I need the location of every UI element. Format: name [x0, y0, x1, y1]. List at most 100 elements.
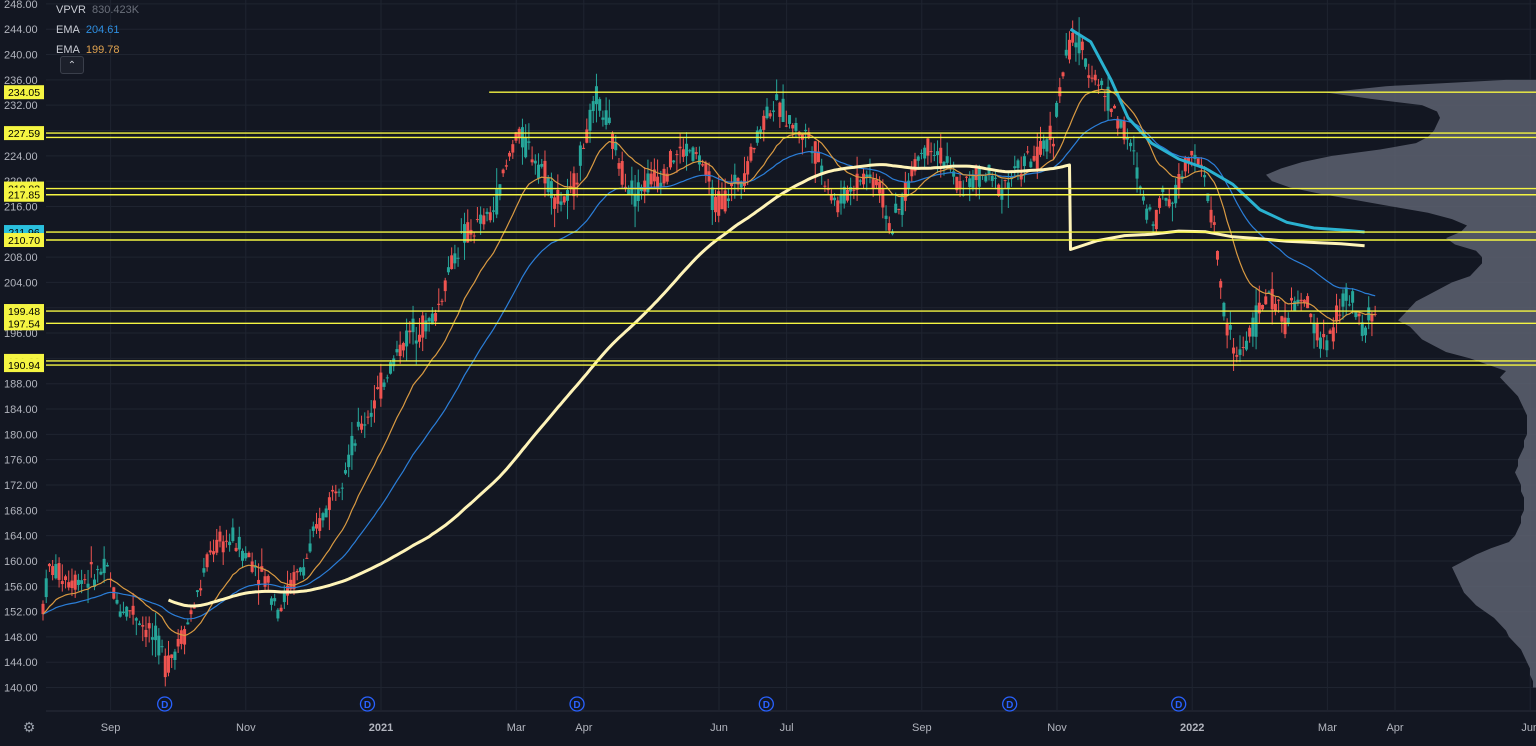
candle-body: [1277, 299, 1281, 301]
candle-body: [1055, 102, 1059, 117]
candle-body: [401, 343, 405, 351]
candle-body: [1129, 142, 1133, 147]
candle-body: [102, 558, 106, 574]
candle-body: [704, 162, 708, 175]
candle-body: [134, 618, 138, 621]
dividend-marker-label: D: [364, 700, 371, 711]
y-tick-label: 152.00: [4, 607, 38, 619]
candle-body: [1051, 143, 1055, 147]
candle-body: [582, 147, 586, 149]
candle-body: [887, 223, 891, 231]
candle-body: [1309, 313, 1313, 318]
candle-body: [80, 580, 84, 584]
candle-body: [697, 155, 701, 165]
candle-body: [417, 334, 421, 342]
y-tick-label: 216.00: [4, 201, 38, 213]
x-tick-label: Nov: [1047, 722, 1067, 734]
candle-body: [356, 421, 360, 427]
candle-body: [1341, 293, 1345, 307]
candle-body: [672, 160, 676, 163]
candle-body: [524, 137, 528, 158]
candle-body: [427, 318, 431, 322]
candle-body: [1273, 303, 1277, 311]
candle-body: [685, 143, 689, 157]
candle-body: [1363, 327, 1367, 336]
candle-body: [1141, 196, 1145, 201]
candle-body: [1261, 304, 1265, 310]
candle-body: [681, 149, 685, 157]
y-tick-label: 160.00: [4, 556, 38, 568]
candle-body: [964, 176, 968, 178]
candle-body: [163, 655, 167, 678]
candle-body: [755, 130, 759, 143]
candle-body: [611, 133, 615, 149]
candle-body: [157, 635, 161, 656]
chart-canvas[interactable]: 248.00244.00240.00236.00232.00228.00224.…: [0, 0, 1536, 741]
candle-body: [1360, 322, 1364, 336]
level-price-label: 234.05: [8, 87, 40, 99]
candle-body: [1080, 41, 1084, 51]
candle-body: [318, 518, 322, 531]
legend-ema-fast-name: EMA: [56, 24, 80, 36]
candle-body: [1344, 287, 1348, 301]
candle-body: [823, 185, 827, 187]
candle-body: [437, 303, 441, 306]
legend-vpvr[interactable]: VPVR 830.423K: [56, 0, 139, 20]
level-price-label: 210.70: [8, 235, 40, 247]
candle-body: [546, 177, 550, 193]
candle-body: [1064, 49, 1068, 56]
candle-body: [51, 566, 55, 576]
candle-body: [588, 109, 592, 131]
candle-body: [315, 524, 319, 529]
candle-body: [366, 416, 370, 418]
candle-body: [456, 257, 460, 259]
candle-body: [1325, 340, 1329, 351]
candle-body: [241, 550, 245, 561]
candle-body: [572, 173, 576, 197]
candle-body: [1212, 222, 1216, 225]
candle-body: [1335, 305, 1339, 322]
candle-body: [939, 147, 943, 164]
candle-body: [244, 553, 248, 559]
candle-body: [247, 552, 251, 558]
candle-body: [1100, 80, 1104, 86]
candle-body: [208, 550, 212, 553]
chart-settings-button[interactable]: ⚙: [20, 718, 38, 736]
candle-body: [1103, 95, 1107, 97]
dividend-marker-label: D: [1175, 700, 1182, 711]
candle-body: [1318, 337, 1322, 349]
legend-ema-fast[interactable]: EMA 204.61: [56, 20, 139, 40]
candle-body: [446, 267, 450, 273]
y-tick-label: 204.00: [4, 277, 38, 289]
candle-body: [1032, 155, 1036, 161]
candle-body: [1254, 305, 1258, 337]
candle-body: [759, 129, 763, 133]
legend-vpvr-name: VPVR: [56, 4, 86, 16]
candle-body: [993, 177, 997, 179]
candle-body: [1299, 299, 1303, 302]
legend-collapse-button[interactable]: ⌃: [60, 56, 84, 74]
candle-body: [1293, 301, 1297, 311]
candle-body: [250, 561, 254, 572]
candle-body: [1306, 296, 1310, 309]
candle-body: [224, 540, 228, 542]
stock-chart[interactable]: 248.00244.00240.00236.00232.00228.00224.…: [0, 0, 1536, 741]
candle-body: [1228, 325, 1232, 330]
candle-body: [1241, 346, 1245, 348]
candle-body: [485, 211, 489, 214]
candle-body: [707, 171, 711, 182]
y-tick-label: 168.00: [4, 505, 38, 517]
indicator-legend: VPVR 830.423K EMA 204.61 EMA 199.78: [56, 0, 139, 60]
candle-body: [1026, 151, 1030, 153]
candle-body: [369, 412, 373, 417]
candle-body: [1289, 297, 1293, 301]
candle-body: [337, 491, 341, 493]
candle-body: [862, 173, 866, 185]
candle-body: [118, 611, 122, 617]
candle-body: [495, 188, 499, 215]
candle-body: [424, 320, 428, 332]
candle-body: [643, 180, 647, 192]
candle-body: [1219, 281, 1223, 288]
candle-body: [617, 163, 621, 169]
candle-body: [302, 567, 306, 576]
